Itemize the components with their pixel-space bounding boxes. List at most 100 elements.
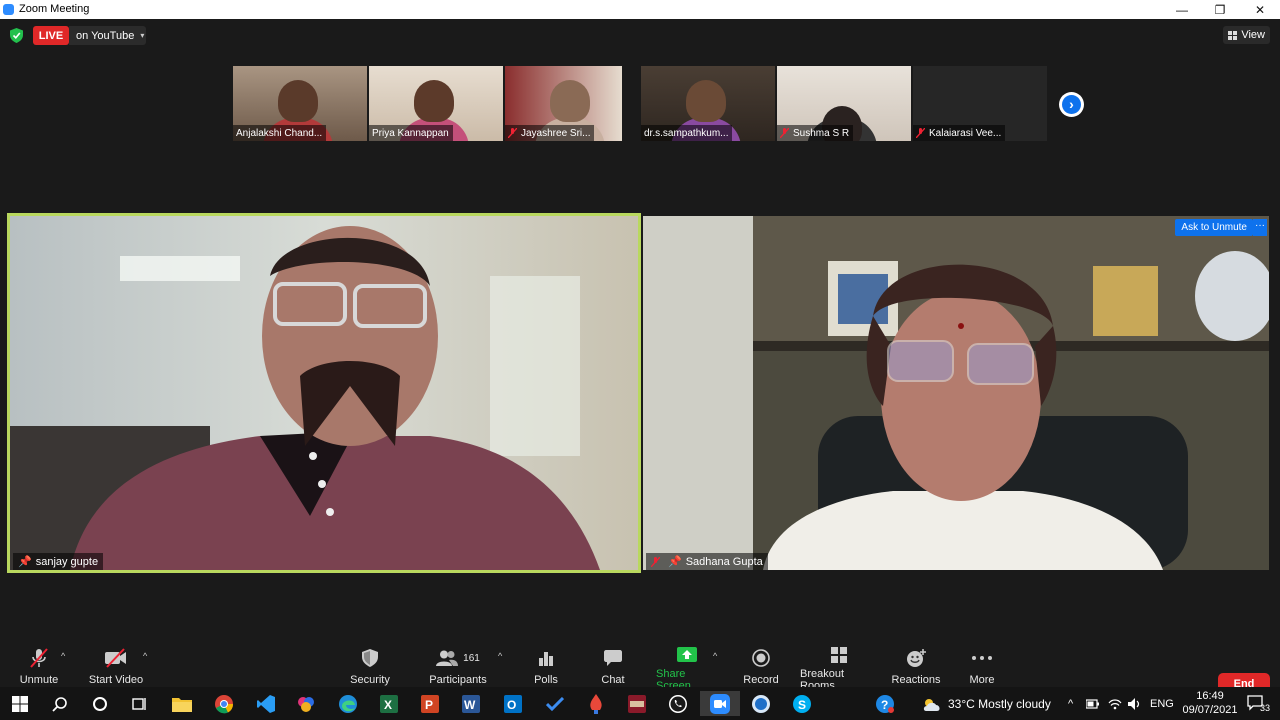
- live-destination-dropdown[interactable]: on YouTube ▾: [69, 26, 146, 45]
- gallery-tile[interactable]: Jayashree Sri...: [505, 66, 622, 141]
- volume-icon[interactable]: [1124, 691, 1146, 716]
- active-speaker-tile[interactable]: 📌 sanjay gupte: [7, 213, 641, 573]
- edge-icon[interactable]: [328, 691, 368, 716]
- close-button[interactable]: ✕: [1240, 0, 1280, 19]
- zoom-taskbar-icon[interactable]: [700, 691, 740, 716]
- search-icon[interactable]: [40, 691, 80, 716]
- gallery-tile[interactable]: Kalaiarasi Vee...: [913, 66, 1047, 141]
- svg-text:?: ?: [881, 698, 888, 712]
- breakout-rooms-icon: [831, 647, 847, 663]
- participant-name: Jayashree Sri...: [505, 125, 595, 141]
- svg-text:S: S: [798, 698, 806, 712]
- task-view-icon[interactable]: [120, 691, 160, 716]
- record-icon: [752, 647, 770, 669]
- svg-text:P: P: [425, 698, 433, 712]
- pin-icon: 📌: [18, 556, 32, 568]
- windows-start-icon[interactable]: [0, 691, 40, 716]
- battery-icon[interactable]: [1082, 691, 1104, 716]
- excel-icon[interactable]: X: [369, 691, 409, 716]
- photos-icon[interactable]: [286, 691, 326, 716]
- live-badge: LIVE: [33, 26, 69, 45]
- weather-cloud-icon[interactable]: [912, 691, 952, 716]
- file-explorer-icon[interactable]: [162, 691, 202, 716]
- skype-icon[interactable]: S: [782, 691, 822, 716]
- start-video-button[interactable]: Start Video: [88, 647, 144, 689]
- participants-button[interactable]: 161 Participants: [429, 647, 487, 689]
- record-button[interactable]: Record: [743, 647, 779, 689]
- next-page-button[interactable]: ›: [1059, 92, 1084, 117]
- speaker-tile[interactable]: Ask to Unmute ··· 📌 Sadhana Gupta: [643, 216, 1269, 570]
- encryption-shield-icon[interactable]: [10, 28, 23, 43]
- pin-icon: 📌: [668, 556, 682, 568]
- todo-icon[interactable]: [535, 691, 575, 716]
- language-indicator[interactable]: ENG: [1150, 687, 1174, 720]
- polls-icon: [538, 647, 554, 669]
- polls-button[interactable]: Polls: [532, 647, 560, 689]
- window-title: Zoom Meeting: [19, 3, 90, 15]
- grid-view-icon: [1228, 30, 1238, 40]
- gallery-tile[interactable]: dr.s.sampathkum...: [641, 66, 775, 141]
- minimize-button[interactable]: —: [1162, 0, 1202, 19]
- paint-icon[interactable]: [576, 691, 616, 716]
- audio-options-caret[interactable]: ^: [61, 651, 65, 661]
- gallery-tile[interactable]: Sushma S R: [777, 66, 911, 141]
- notification-count: 33: [1260, 703, 1271, 713]
- help-icon[interactable]: ?: [865, 691, 905, 716]
- winrar-icon[interactable]: [617, 691, 657, 716]
- vscode-icon[interactable]: [246, 691, 286, 716]
- gallery-tile[interactable]: Priya Kannappan: [369, 66, 503, 141]
- skype-alt-icon[interactable]: [741, 691, 781, 716]
- unmute-button[interactable]: Unmute: [18, 647, 60, 689]
- security-button[interactable]: Security: [348, 647, 392, 689]
- notifications-icon[interactable]: 33: [1240, 691, 1276, 716]
- title-bar: Zoom Meeting — ❐ ✕: [0, 0, 1280, 19]
- speaker-video-right: [643, 216, 1269, 570]
- breakout-rooms-button[interactable]: Breakout Rooms: [800, 647, 878, 692]
- outlook-icon[interactable]: O: [493, 691, 533, 716]
- tray-overflow-caret[interactable]: ^: [1068, 687, 1073, 720]
- chrome-icon[interactable]: [204, 691, 244, 716]
- more-button[interactable]: More: [967, 647, 997, 689]
- share-screen-icon: [677, 647, 697, 663]
- speaker-name-label: 📌 Sadhana Gupta: [646, 553, 768, 570]
- muted-mic-icon: [779, 127, 790, 139]
- svg-text:X: X: [384, 698, 392, 712]
- participant-name: Anjalakshi Chand...: [233, 125, 327, 141]
- svg-text:W: W: [464, 698, 476, 712]
- meeting-area: LIVE on YouTube ▾ View Anjalakshi Chand.…: [0, 19, 1280, 695]
- cortana-icon[interactable]: [80, 691, 120, 716]
- chat-button[interactable]: Chat: [599, 647, 627, 689]
- speaker-name-label: 📌 sanjay gupte: [13, 553, 104, 570]
- clock-time: 16:49: [1196, 690, 1224, 702]
- chevron-down-icon: ▾: [140, 31, 145, 40]
- shield-icon: [362, 647, 378, 669]
- share-options-caret[interactable]: ^: [713, 651, 717, 661]
- zoom-app-icon: [3, 4, 14, 15]
- chat-icon: [604, 647, 622, 669]
- gallery-tile[interactable]: Anjalakshi Chand...: [233, 66, 367, 141]
- clock[interactable]: 16:49 09/07/2021: [1178, 689, 1242, 717]
- maximize-button[interactable]: ❐: [1200, 0, 1240, 19]
- share-screen-button[interactable]: Share Screen: [656, 647, 718, 692]
- video-options-caret[interactable]: ^: [143, 651, 147, 661]
- muted-mic-icon: [915, 127, 926, 139]
- tile-more-options-button[interactable]: ···: [1253, 219, 1267, 236]
- whatsapp-icon[interactable]: [658, 691, 698, 716]
- chevron-right-icon: ›: [1062, 95, 1081, 114]
- muted-microphone-icon: [29, 647, 49, 669]
- wifi-icon[interactable]: [1104, 691, 1126, 716]
- muted-mic-icon: [650, 556, 661, 567]
- participants-count: 161: [463, 652, 480, 664]
- participants-icon: 161: [436, 647, 480, 669]
- participants-options-caret[interactable]: ^: [498, 651, 502, 661]
- clock-date: 09/07/2021: [1182, 704, 1238, 716]
- powerpoint-icon[interactable]: P: [410, 691, 450, 716]
- participant-name: Sushma S R: [777, 125, 854, 141]
- reactions-button[interactable]: Reactions: [892, 647, 940, 689]
- participant-name: Priya Kannappan: [369, 125, 453, 141]
- weather-text[interactable]: 33°C Mostly cloudy: [948, 687, 1051, 720]
- ask-to-unmute-button[interactable]: Ask to Unmute: [1175, 219, 1253, 236]
- view-button[interactable]: View: [1223, 26, 1270, 44]
- muted-mic-icon: [507, 127, 518, 139]
- word-icon[interactable]: W: [451, 691, 491, 716]
